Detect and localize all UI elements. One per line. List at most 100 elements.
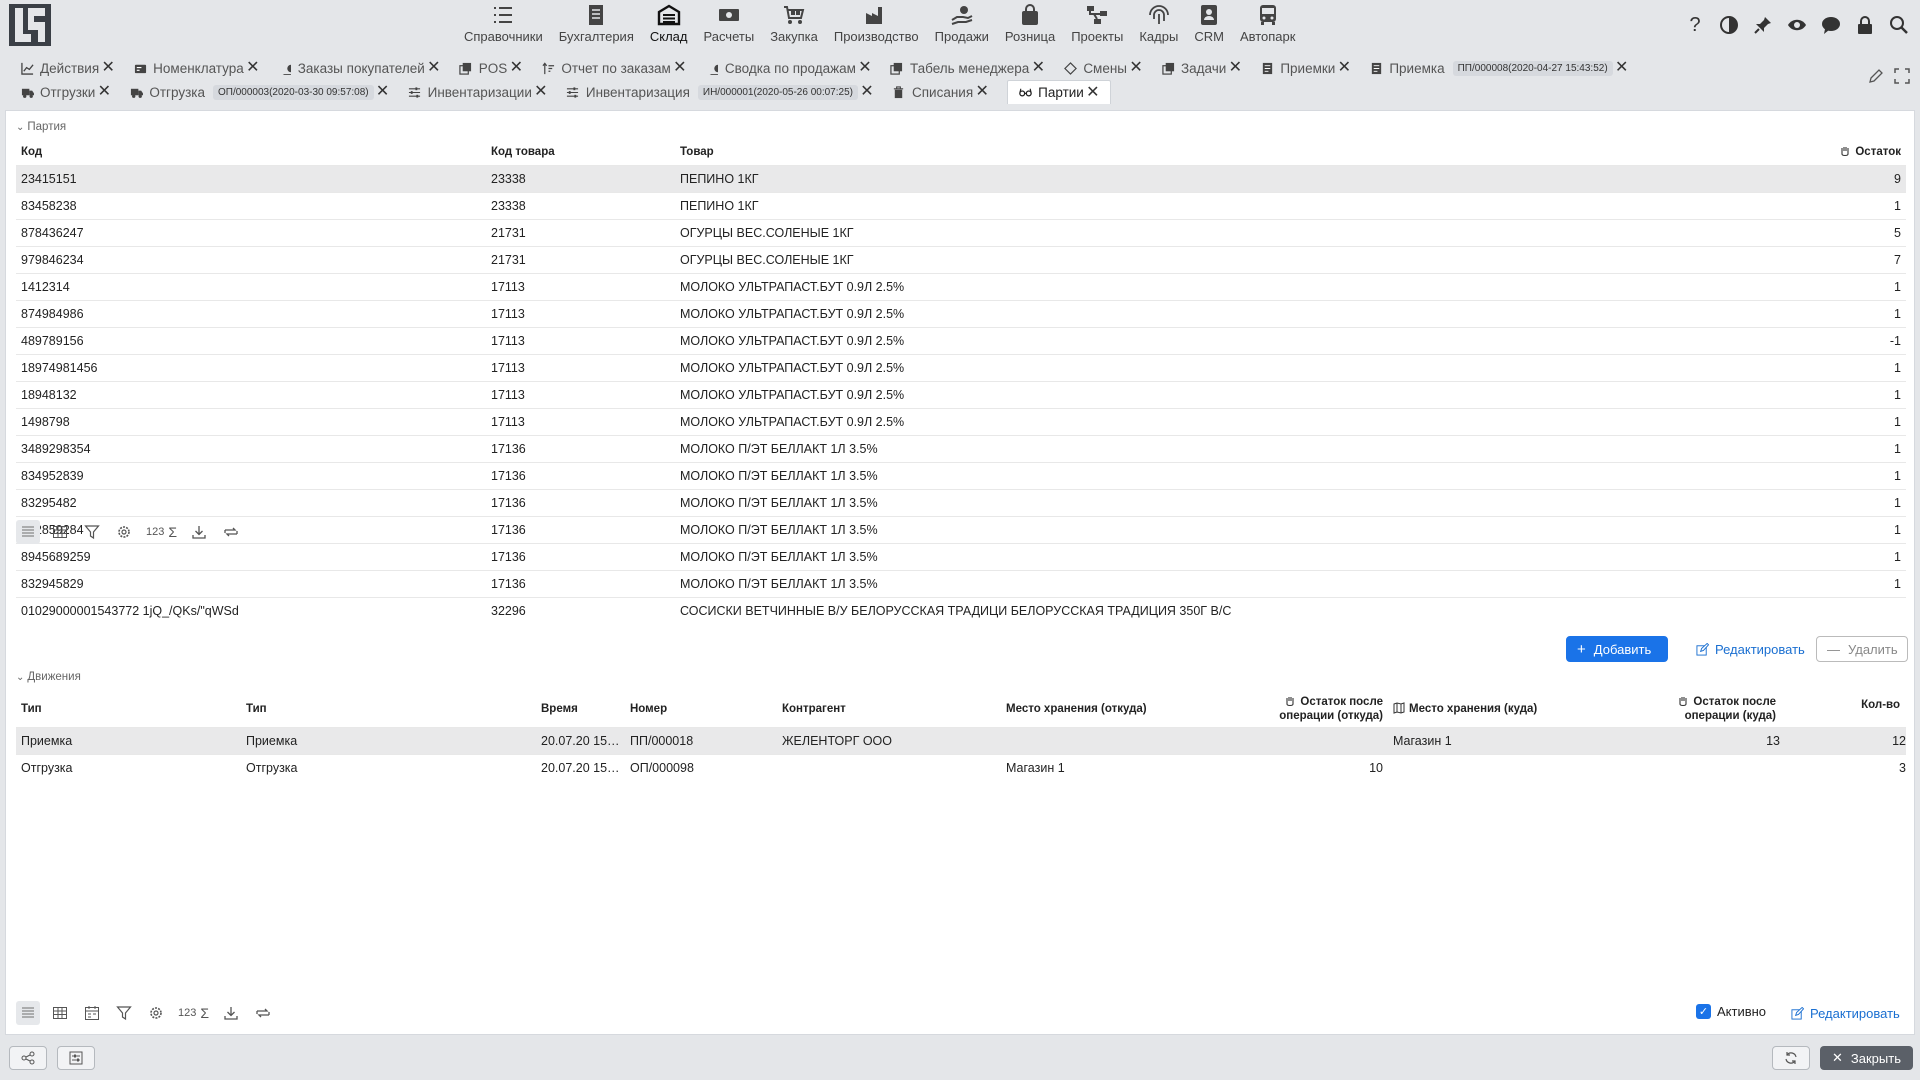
close-tab-icon[interactable]: ✕	[97, 84, 111, 100]
grid-view-icon[interactable]	[48, 520, 72, 544]
sum-toggle[interactable]: 123 Σ	[176, 1001, 211, 1025]
module-11[interactable]: Автопарк	[1232, 0, 1304, 50]
table-row[interactable]: 878436247 21731 ОГУРЦЫ ВЕС.СОЛЕНЫЕ 1КГ 5	[16, 218, 1906, 246]
column-number[interactable]: Номер	[625, 691, 777, 727]
column-remain[interactable]: Остаток	[1755, 139, 1906, 165]
contrast-icon[interactable]	[1716, 12, 1742, 38]
close-tab-icon[interactable]: ✕	[1086, 84, 1100, 100]
grid-view-icon[interactable]	[48, 1001, 72, 1025]
tab-row1-5[interactable]: Сводка по продажам ✕	[705, 57, 872, 79]
module-3[interactable]: Расчеты	[695, 0, 762, 50]
table-row[interactable]: 83295482 17136 МОЛОКО П/ЭТ БЕЛЛАКТ 1Л 3.5%…	[16, 488, 1906, 516]
tab-row2-3[interactable]: Инвентаризация ИН/000001(2020-05-26 00:07…	[566, 81, 874, 103]
column-product-code[interactable]: Код товара	[486, 139, 675, 165]
table-row[interactable]: 23415151 23338 ПЕПИНО 1КГ 9	[16, 164, 1906, 192]
close-tab-icon[interactable]: ✕	[1031, 60, 1045, 76]
column-contractor[interactable]: Контрагент	[777, 691, 1001, 727]
module-9[interactable]: Кадры	[1131, 0, 1186, 50]
pencil-icon[interactable]	[1868, 68, 1884, 87]
calendar-icon[interactable]	[80, 1001, 104, 1025]
table-row[interactable]: 1498798 17113 МОЛОКО УЛЬТРАПАСТ.БУТ 0.9Л 2…	[16, 407, 1906, 435]
reload-button[interactable]	[1772, 1046, 1810, 1070]
table-row[interactable]: Приемка Приемка 20.07.20 15:35 ПП/000018 ЖЕЛ…	[16, 726, 1906, 754]
module-8[interactable]: Проекты	[1063, 0, 1131, 50]
close-tab-icon[interactable]: ✕	[1129, 60, 1143, 76]
eye-icon[interactable]	[1784, 12, 1810, 38]
tab-row1-3[interactable]: POS ✕	[459, 57, 524, 79]
module-10[interactable]: CRM	[1186, 0, 1232, 50]
table-row[interactable]: Отгрузка Отгрузка 20.07.20 15:39 ОП/000098 М…	[16, 753, 1906, 781]
tab-row2-1[interactable]: Отгрузка ОП/000003(2020-03-30 09:57:08) ✕	[129, 81, 389, 103]
tab-row1-8[interactable]: Задачи ✕	[1161, 57, 1242, 79]
column-from-place[interactable]: Место хранения (откуда)	[1001, 691, 1231, 727]
filter-icon[interactable]	[112, 1001, 136, 1025]
module-7[interactable]: Розница	[997, 0, 1063, 50]
close-tab-icon[interactable]: ✕	[1228, 60, 1242, 76]
chat-icon[interactable]	[1818, 12, 1844, 38]
table-row[interactable]: 01029000001543772 1jQ_/QKs/"qWSd 32296 СОС…	[16, 596, 1906, 624]
table-row[interactable]: 8945689259 17136 МОЛОКО П/ЭТ БЕЛЛАКТ 1Л 3.…	[16, 542, 1906, 570]
movements-edit-button[interactable]: Редактировать	[1781, 1000, 1910, 1026]
table-row[interactable]: 18974981456 17113 МОЛОКО УЛЬТРАПАСТ.БУТ 0.…	[16, 353, 1906, 381]
table-row[interactable]: 18948132 17113 МОЛОКО УЛЬТРАПАСТ.БУТ 0.9Л …	[16, 380, 1906, 408]
module-1[interactable]: Бухгалтерия	[551, 0, 642, 50]
tab-row1-10[interactable]: Приемка ПП/000008(2020-04-27 15:43:52) ✕	[1369, 57, 1628, 79]
close-tab-icon[interactable]: ✕	[860, 84, 874, 100]
delete-button[interactable]: — Удалить	[1816, 636, 1908, 662]
fullscreen-icon[interactable]	[1894, 68, 1910, 87]
table-row[interactable]: 1412314 17113 МОЛОКО УЛЬТРАПАСТ.БУТ 0.9Л 2…	[16, 272, 1906, 300]
pin-icon[interactable]	[1750, 12, 1776, 38]
table-row[interactable]: 842859284 17136 МОЛОКО П/ЭТ БЕЛЛАКТ 1Л 3.5…	[16, 515, 1906, 543]
module-5[interactable]: Производство	[826, 0, 927, 50]
close-tab-icon[interactable]: ✕	[858, 60, 872, 76]
close-tab-icon[interactable]: ✕	[1337, 60, 1351, 76]
tab-row1-4[interactable]: Отчет по заказам ✕	[541, 57, 687, 79]
close-tab-icon[interactable]: ✕	[975, 84, 989, 100]
edit-button[interactable]: Редактировать	[1686, 636, 1815, 662]
refresh-icon[interactable]	[219, 520, 243, 544]
module-4[interactable]: Закупка	[762, 0, 826, 50]
column-product[interactable]: Товар	[675, 139, 1755, 165]
help-icon[interactable]: ?	[1682, 12, 1708, 38]
batch-section-header[interactable]: ⌄ Партия	[16, 121, 66, 133]
app-logo[interactable]	[8, 3, 52, 47]
close-button[interactable]: ✕ Закрыть	[1820, 1046, 1913, 1070]
share-button[interactable]	[9, 1046, 47, 1070]
table-row[interactable]: 979846234 21731 ОГУРЦЫ ВЕС.СОЛЕНЫЕ 1КГ 7	[16, 245, 1906, 273]
settings-sliders-button[interactable]	[57, 1046, 95, 1070]
lock-icon[interactable]	[1852, 12, 1878, 38]
download-icon[interactable]	[187, 520, 211, 544]
table-row[interactable]: 834952839 17136 МОЛОКО П/ЭТ БЕЛЛАКТ 1Л 3.5…	[16, 461, 1906, 489]
module-2[interactable]: Склад	[642, 0, 696, 50]
refresh-icon[interactable]	[251, 1001, 275, 1025]
tab-row1-6[interactable]: Табель менеджера ✕	[890, 57, 1045, 79]
filter-icon[interactable]	[80, 520, 104, 544]
table-row[interactable]: 3489298354 17136 МОЛОКО П/ЭТ БЕЛЛАКТ 1Л 3.…	[16, 434, 1906, 462]
add-button[interactable]: + Добавить	[1566, 636, 1668, 662]
settings-gear-icon[interactable]	[112, 520, 136, 544]
close-tab-icon[interactable]: ✕	[376, 84, 390, 100]
close-tab-icon[interactable]: ✕	[427, 60, 441, 76]
tab-row1-9[interactable]: Приемки ✕	[1260, 57, 1351, 79]
tab-row2-2[interactable]: Инвентаризации ✕	[408, 81, 548, 103]
column-qty[interactable]: Кол-во	[1861, 699, 1900, 711]
column-time[interactable]: Время	[536, 691, 625, 727]
tab-row1-2[interactable]: Заказы покупателей ✕	[278, 57, 441, 79]
tab-row1-7[interactable]: Смены ✕	[1063, 57, 1143, 79]
movements-section-header[interactable]: ⌄ Движения	[16, 671, 81, 683]
tab-row2-5[interactable]: Партии ✕	[1007, 80, 1111, 104]
tab-row2-4[interactable]: Списания ✕	[892, 81, 989, 103]
close-tab-icon[interactable]: ✕	[509, 60, 523, 76]
column-type-1[interactable]: Тип	[16, 691, 241, 727]
download-icon[interactable]	[219, 1001, 243, 1025]
active-checkbox[interactable]: ✓ Активно	[1696, 1004, 1766, 1019]
table-row[interactable]: 489789156 17113 МОЛОКО УЛЬТРАПАСТ.БУТ 0.9Л…	[16, 326, 1906, 354]
close-tab-icon[interactable]: ✕	[246, 60, 260, 76]
table-row[interactable]: 832945829 17136 МОЛОКО П/ЭТ БЕЛЛАКТ 1Л 3.5…	[16, 569, 1906, 597]
table-row[interactable]: 83458238 23338 ПЕПИНО 1КГ 1	[16, 191, 1906, 219]
tab-row1-1[interactable]: Номенклатура ✕	[133, 57, 260, 79]
close-tab-icon[interactable]: ✕	[673, 60, 687, 76]
sum-toggle[interactable]: 123 Σ	[144, 520, 179, 544]
column-to-place[interactable]: Место хранения (куда)	[1388, 691, 1623, 727]
module-0[interactable]: Справочники	[456, 0, 551, 50]
